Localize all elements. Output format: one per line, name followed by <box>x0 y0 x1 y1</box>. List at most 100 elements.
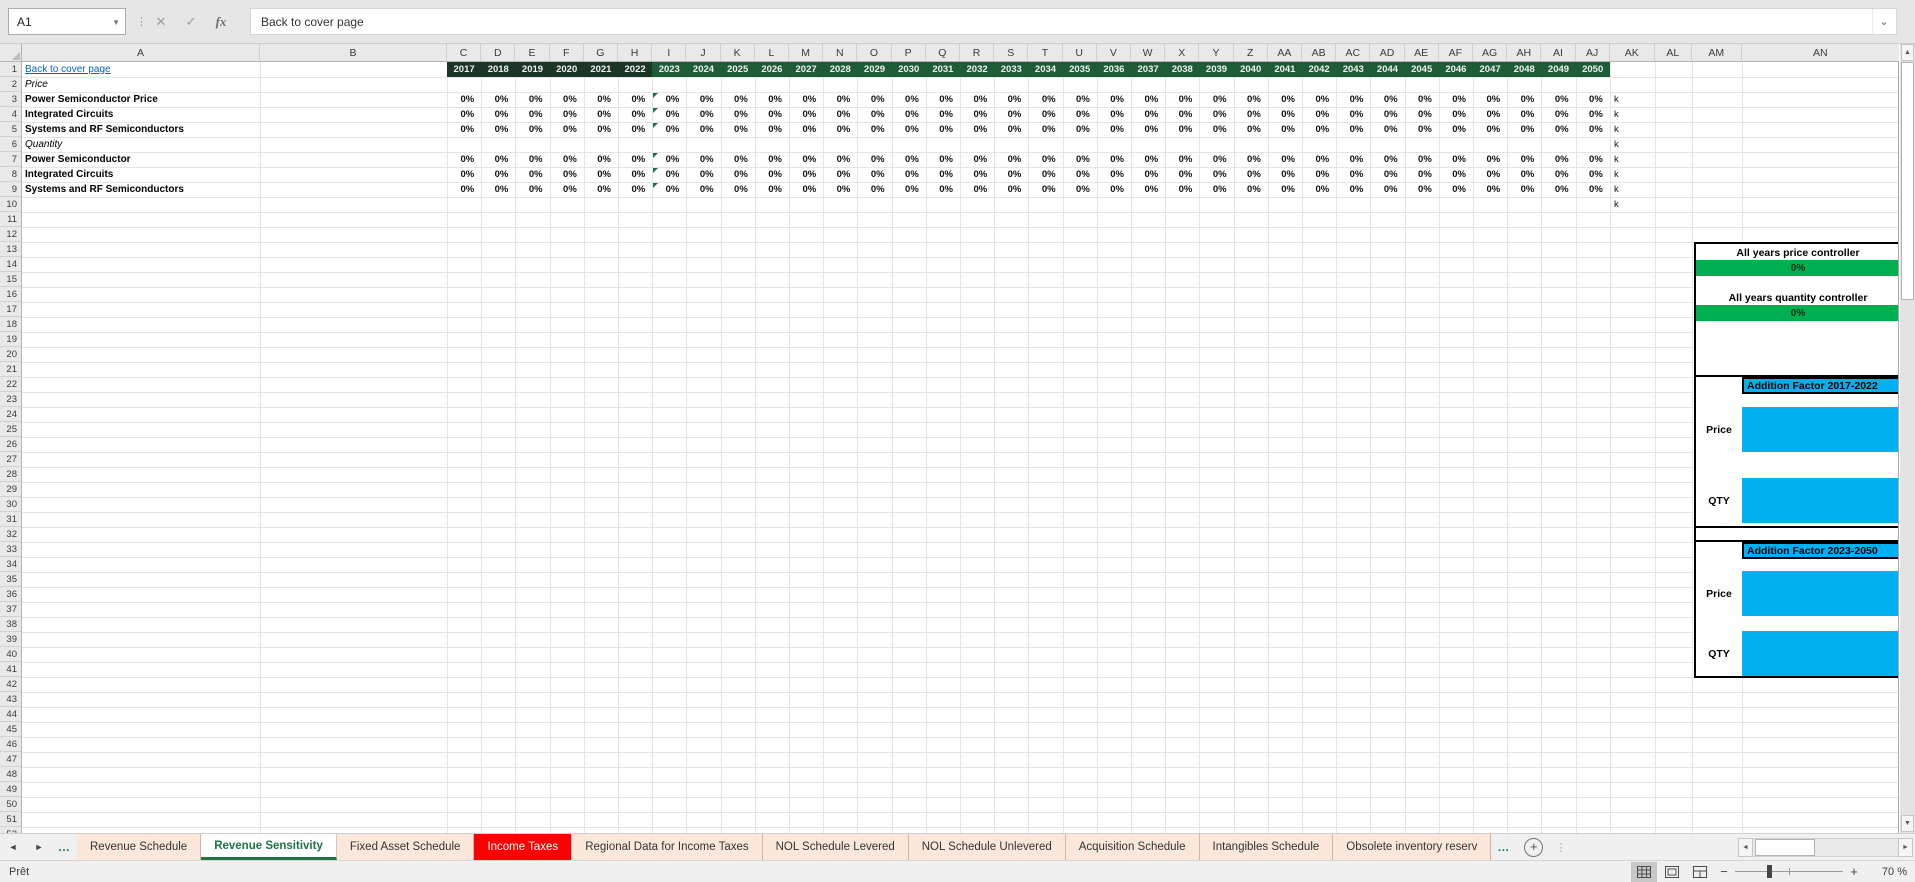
value-cell[interactable]: 0% <box>584 107 618 122</box>
value-cell[interactable]: 0% <box>1097 92 1131 107</box>
value-cell[interactable]: 0% <box>1097 182 1131 197</box>
column-header-AF[interactable]: AF <box>1439 44 1473 61</box>
value-cell[interactable]: 0% <box>1268 92 1302 107</box>
column-header-C[interactable]: C <box>447 44 482 61</box>
value-cell[interactable]: 0% <box>1439 182 1473 197</box>
tab-income-taxes[interactable]: Income Taxes <box>474 834 573 860</box>
year-header-2020[interactable]: 2020 <box>549 62 584 77</box>
value-cell[interactable]: 0% <box>892 107 926 122</box>
ak-column-cell[interactable]: k <box>1610 137 1619 152</box>
value-cell[interactable]: 0% <box>1405 122 1439 137</box>
value-cell[interactable]: 0% <box>1268 182 1302 197</box>
value-cell[interactable]: 0% <box>618 167 652 182</box>
value-cell[interactable]: 0% <box>584 182 618 197</box>
value-cell[interactable]: 0% <box>857 107 891 122</box>
value-cell[interactable]: 0% <box>1541 122 1575 137</box>
column-header-U[interactable]: U <box>1063 44 1097 61</box>
value-cell[interactable]: 0% <box>1199 167 1233 182</box>
factor-1-qty-input[interactable] <box>1742 478 1898 523</box>
select-all-corner[interactable] <box>0 44 22 62</box>
value-cell[interactable]: 0% <box>960 122 994 137</box>
year-header-2045[interactable]: 2045 <box>1404 62 1439 77</box>
year-header-2031[interactable]: 2031 <box>925 62 960 77</box>
value-cell[interactable]: 0% <box>1234 167 1268 182</box>
row-header-51[interactable]: 51 <box>0 812 21 827</box>
value-cell[interactable]: 0% <box>1268 152 1302 167</box>
name-box[interactable]: A1 ▼ <box>8 8 126 35</box>
column-header-N[interactable]: N <box>823 44 858 61</box>
value-cell[interactable]: 0% <box>1541 182 1575 197</box>
value-cell[interactable]: 0% <box>823 167 857 182</box>
value-cell[interactable]: 0% <box>1063 92 1097 107</box>
value-cell[interactable]: 0% <box>1473 122 1507 137</box>
year-header-2027[interactable]: 2027 <box>789 62 824 77</box>
year-header-2030[interactable]: 2030 <box>891 62 926 77</box>
ak-column-cell[interactable]: k <box>1610 107 1619 122</box>
value-cell[interactable]: 0% <box>515 167 549 182</box>
column-header-X[interactable]: X <box>1165 44 1200 61</box>
value-cell[interactable]: 0% <box>686 167 720 182</box>
column-header-F[interactable]: F <box>550 44 584 61</box>
value-cell[interactable]: 0% <box>1097 167 1131 182</box>
value-cell[interactable]: 0% <box>1131 92 1165 107</box>
row-header-10[interactable]: 10 <box>0 197 21 212</box>
value-cell[interactable]: 0% <box>789 122 823 137</box>
value-cell[interactable]: 0% <box>481 167 515 182</box>
scroll-up-icon[interactable]: ▲ <box>1901 44 1914 61</box>
value-cell[interactable]: 0% <box>1028 182 1062 197</box>
value-cell[interactable]: 0% <box>1097 122 1131 137</box>
ak-column-cell[interactable]: k <box>1610 122 1619 137</box>
value-cell[interactable]: 0% <box>1370 167 1404 182</box>
tabs-overflow-right-icon[interactable]: … <box>1491 840 1516 854</box>
value-cell[interactable]: 0% <box>481 152 515 167</box>
year-header-2018[interactable]: 2018 <box>481 62 516 77</box>
value-cell[interactable]: 0% <box>1576 122 1610 137</box>
value-cell[interactable]: 0% <box>1507 92 1541 107</box>
value-cell[interactable]: 0% <box>789 152 823 167</box>
row-header-24[interactable]: 24 <box>0 407 21 422</box>
value-cell[interactable]: 0% <box>686 107 720 122</box>
row-header-2[interactable]: 2 <box>0 77 21 92</box>
value-cell[interactable]: 0% <box>515 122 549 137</box>
value-cell[interactable]: 0% <box>1336 167 1370 182</box>
normal-view-button[interactable] <box>1631 861 1657 882</box>
value-cell[interactable]: 0% <box>447 182 481 197</box>
value-cell[interactable]: 0% <box>789 182 823 197</box>
row-header-7[interactable]: 7 <box>0 152 21 167</box>
page-layout-view-button[interactable] <box>1659 862 1685 882</box>
value-cell[interactable]: 0% <box>447 92 481 107</box>
column-header-Y[interactable]: Y <box>1199 44 1234 61</box>
row-header-11[interactable]: 11 <box>0 212 21 227</box>
column-header-AG[interactable]: AG <box>1473 44 1508 61</box>
value-cell[interactable]: 0% <box>1028 152 1062 167</box>
value-cell[interactable]: 0% <box>994 152 1028 167</box>
tab-acquisition-schedule[interactable]: Acquisition Schedule <box>1065 834 1200 860</box>
value-cell[interactable]: 0% <box>447 167 481 182</box>
year-header-2046[interactable]: 2046 <box>1438 62 1473 77</box>
row-header-42[interactable]: 42 <box>0 677 21 692</box>
value-cell[interactable]: 0% <box>1439 107 1473 122</box>
value-cell[interactable]: 0% <box>1199 107 1233 122</box>
page-break-view-button[interactable] <box>1687 862 1713 882</box>
value-cell[interactable]: 0% <box>1302 92 1336 107</box>
quantity-controller-value[interactable]: 0% <box>1696 305 1898 321</box>
value-cell[interactable]: 0% <box>892 167 926 182</box>
row-header-46[interactable]: 46 <box>0 737 21 752</box>
row-header-21[interactable]: 21 <box>0 362 21 377</box>
value-cell[interactable]: 0% <box>481 92 515 107</box>
year-header-2039[interactable]: 2039 <box>1199 62 1234 77</box>
column-header-AI[interactable]: AI <box>1541 44 1576 61</box>
value-cell[interactable]: 0% <box>1541 152 1575 167</box>
row-header-30[interactable]: 30 <box>0 497 21 512</box>
row-header-18[interactable]: 18 <box>0 317 21 332</box>
value-cell[interactable]: 0% <box>755 92 789 107</box>
value-cell[interactable]: 0% <box>789 92 823 107</box>
value-cell[interactable]: 0% <box>1370 152 1404 167</box>
value-cell[interactable]: 0% <box>1473 92 1507 107</box>
value-cell[interactable]: 0% <box>550 152 584 167</box>
year-header-2022[interactable]: 2022 <box>618 62 653 77</box>
value-cell[interactable]: 0% <box>857 182 891 197</box>
value-cell[interactable]: 0% <box>892 122 926 137</box>
row-label-3[interactable]: Power Semiconductor Price <box>25 92 158 107</box>
zoom-level-value[interactable]: 70 % <box>1865 866 1907 878</box>
